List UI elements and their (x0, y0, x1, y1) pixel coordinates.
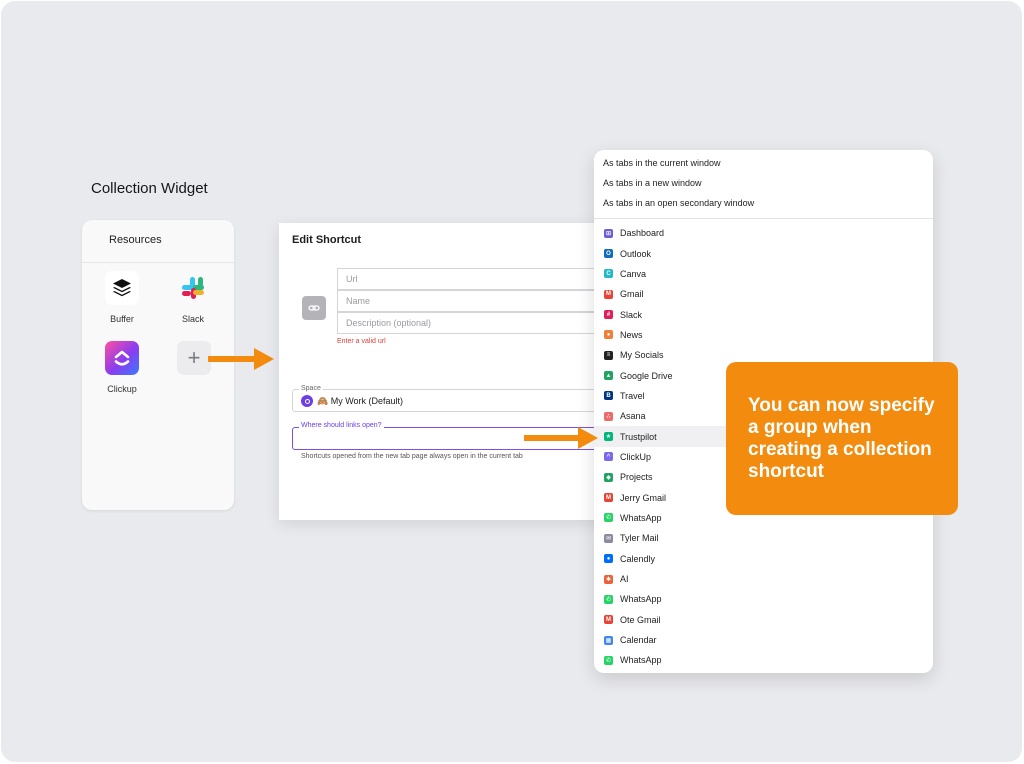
group-item-label: News (620, 329, 643, 340)
open-option-secondary-window[interactable]: As tabs in an open secondary window (603, 198, 754, 208)
where-links-open-label: Where should links open? (299, 422, 384, 429)
clickup-icon: ^ (604, 452, 613, 462)
open-option-current-window[interactable]: As tabs in the current window (603, 158, 721, 168)
arrow-to-dialog (208, 348, 274, 370)
description-field[interactable]: Description (optional) (337, 312, 619, 334)
add-shortcut-button[interactable]: + (177, 341, 211, 375)
projects-icon: ◆ (604, 472, 613, 482)
whatsapp-icon: ✆ (604, 655, 613, 665)
group-item[interactable]: M Gmail (594, 284, 933, 304)
group-item-label: Google Drive (620, 370, 673, 381)
clickup-icon (105, 341, 139, 375)
group-item[interactable]: ✱ AI (594, 569, 933, 589)
group-item[interactable]: C Canva (594, 264, 933, 284)
group-item-label: Calendar (620, 635, 657, 646)
group-item[interactable]: ✉ Tyler Mail (594, 528, 933, 548)
gmail-icon: M (604, 289, 613, 299)
background-canvas: Collection Widget Resources Buffer Slack… (1, 1, 1022, 762)
app-tile-buffer[interactable]: Buffer (92, 271, 152, 324)
group-item-label: Gmail (620, 289, 644, 300)
edit-shortcut-dialog: Edit Shortcut Url Name Description (opti… (279, 223, 619, 520)
group-item[interactable]: O Outlook (594, 243, 933, 263)
arrow-to-group (524, 427, 598, 449)
group-item-label: Canva (620, 268, 647, 279)
group-item-label: AI (620, 574, 629, 585)
group-item-label: Calendly (620, 553, 656, 564)
dialog-title: Edit Shortcut (292, 234, 362, 246)
space-label: Space (299, 385, 323, 392)
outlook-icon: O (604, 249, 613, 259)
space-select[interactable]: 🙈 My Work (Default) (292, 389, 619, 412)
gmail-icon: M (604, 493, 613, 503)
asana-icon: ∴ (604, 411, 613, 421)
group-item-label: Dashboard (620, 228, 665, 239)
url-error: Enter a valid url (337, 338, 386, 345)
group-item-label: Ote Gmail (620, 614, 661, 625)
app-label: Buffer (110, 314, 134, 324)
open-option-new-window[interactable]: As tabs in a new window (603, 178, 702, 188)
space-icon (301, 395, 313, 407)
group-item-label: ClickUp (620, 451, 652, 462)
slack-icon (176, 271, 210, 305)
space-value: 🙈 My Work (Default) (317, 395, 404, 406)
group-item-label: Trustpilot (620, 431, 657, 442)
news-icon: ● (604, 330, 613, 340)
dialog-hint: Shortcuts opened from the new tab page a… (301, 453, 523, 460)
group-item[interactable]: ▦ Calendar (594, 630, 933, 650)
buffer-icon (105, 271, 139, 305)
group-item[interactable]: ✆ WhatsApp (594, 650, 933, 670)
link-icon[interactable] (302, 296, 326, 320)
group-item-label: WhatsApp (620, 594, 662, 605)
booking-icon: B (604, 391, 613, 401)
collection-widget: Resources Buffer Slack Clickup + (82, 220, 234, 510)
group-item-label: Outlook (620, 248, 652, 259)
gmail-icon: M (604, 615, 613, 625)
callout-message: You can now specify a group when creatin… (726, 362, 958, 515)
group-item-label: Projects (620, 472, 653, 483)
mail-icon: ✉ (604, 533, 613, 543)
group-item-label: WhatsApp (620, 655, 662, 666)
group-item-label: Asana (620, 411, 646, 422)
group-item-label: Travel (620, 390, 645, 401)
group-item-label: Tyler Mail (620, 533, 659, 544)
group-item[interactable]: ✆ WhatsApp (594, 589, 933, 609)
group-item-label: Jerry Gmail (620, 492, 667, 503)
group-item[interactable]: ● Calendly (594, 549, 933, 569)
app-label: Clickup (107, 384, 137, 394)
group-item-label: Slack (620, 309, 643, 320)
group-item[interactable]: ● News (594, 325, 933, 345)
group-item-label: WhatsApp (620, 512, 662, 523)
group-item[interactable]: # Slack (594, 304, 933, 324)
section-title: Collection Widget (91, 180, 208, 197)
app-label: Slack (181, 314, 204, 324)
whatsapp-icon: ✆ (604, 594, 613, 604)
calendly-icon: ● (604, 554, 613, 564)
group-item[interactable]: M Ote Gmail (594, 610, 933, 630)
group-item[interactable]: ⊞ Dashboard (594, 223, 933, 243)
ai-icon: ✱ (604, 574, 613, 584)
star-icon: ★ (604, 432, 613, 442)
widget-header: Resources (82, 220, 234, 263)
divider (594, 218, 933, 219)
app-tile-clickup[interactable]: Clickup (92, 341, 152, 394)
group-item-label: My Socials (620, 350, 664, 361)
calendar-icon: ▦ (604, 635, 613, 645)
layers-icon: ≡ (604, 350, 613, 360)
app-tile-slack[interactable]: Slack (163, 271, 223, 324)
grid-icon: ⊞ (604, 228, 613, 238)
whatsapp-icon: ✆ (604, 513, 613, 523)
url-field[interactable]: Url (337, 268, 619, 290)
google-drive-icon: ▲ (604, 371, 613, 381)
canva-icon: C (604, 269, 613, 279)
name-field[interactable]: Name (337, 290, 619, 312)
slack-icon: # (604, 310, 613, 320)
